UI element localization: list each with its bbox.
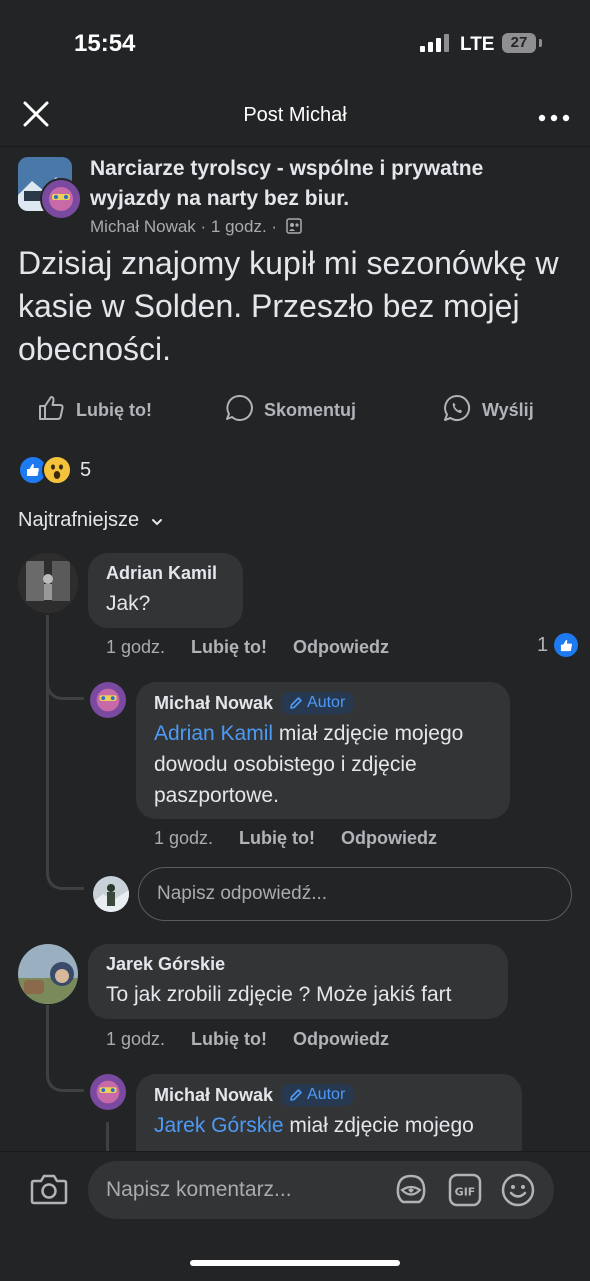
comment-author[interactable]: Adrian Kamil xyxy=(106,563,225,584)
comment-input[interactable]: Napisz komentarz... xyxy=(88,1161,554,1219)
thread-connector xyxy=(46,866,84,890)
header-divider xyxy=(0,146,590,147)
post-meta: Michał Nowak · 1 godz. · xyxy=(90,217,302,239)
like-reaction-icon xyxy=(554,633,579,657)
comment-time: 1 godz. xyxy=(106,637,166,657)
sort-label: Najtrafniejsze xyxy=(18,509,140,531)
page-title: Post Michał xyxy=(243,104,347,126)
mention-link[interactable]: Jarek Górskie xyxy=(154,1114,284,1137)
comment-like-button[interactable]: Lubię to! xyxy=(191,1029,267,1050)
like-label: Lubię to! xyxy=(76,400,152,420)
comment-like-button[interactable]: Lubię to! xyxy=(191,637,267,658)
comment-text: To jak zrobili zdjęcie ? Może jakiś fart xyxy=(106,983,452,1006)
network-type: LTE xyxy=(460,34,495,55)
reply-avatar[interactable] xyxy=(90,682,126,718)
comment-icon xyxy=(224,393,254,428)
reply-author-row: Michał Nowak Autor xyxy=(154,692,492,714)
author-badge-label: Autor xyxy=(307,694,346,711)
comment-time: 1 godz. xyxy=(106,1029,166,1049)
reply-actions: 1 godz. Lubię to! Odpowiedz xyxy=(154,828,437,849)
reply-text: Jarek Górskie miał zdjęcie mojego xyxy=(154,1110,504,1141)
thread-connector xyxy=(46,1060,84,1092)
signal-icon xyxy=(420,34,452,52)
comment-author[interactable]: Jarek Górskie xyxy=(106,954,490,975)
reply-author[interactable]: Michał Nowak xyxy=(154,693,273,714)
avatar-sticker-icon[interactable] xyxy=(393,1172,429,1208)
emoji-icon[interactable] xyxy=(500,1172,536,1208)
reply-input[interactable]: Napisz odpowiedź... xyxy=(138,867,572,921)
sort-dropdown[interactable]: Najtrafniejsze xyxy=(18,509,163,532)
wow-reaction-icon xyxy=(42,455,72,485)
reply-time: 1 godz. xyxy=(154,828,214,848)
status-time: 15:54 xyxy=(74,30,136,57)
chevron-down-icon xyxy=(151,509,163,532)
gif-icon[interactable]: GIF xyxy=(448,1173,482,1207)
share-label: Wyślij xyxy=(482,400,534,420)
thread-connector xyxy=(46,680,84,700)
post-text: Dzisiaj znajomy kupił mi sezonówkę w kas… xyxy=(18,245,559,367)
group-name[interactable]: Narciarze tyrolscy - wspólne i prywatne … xyxy=(90,154,560,214)
comment-bubble[interactable]: Jarek Górskie To jak zrobili zdjęcie ? M… xyxy=(88,944,508,1019)
current-user-avatar xyxy=(93,876,129,912)
author-badge: Autor xyxy=(281,1084,354,1106)
reply-reply-button[interactable]: Odpowiedz xyxy=(341,828,437,849)
comment-actions: 1 godz. Lubię to! Odpowiedz xyxy=(106,637,389,658)
home-indicator xyxy=(190,1260,400,1266)
comment-reply-button[interactable]: Odpowiedz xyxy=(293,1029,389,1050)
mention-link[interactable]: Adrian Kamil xyxy=(154,722,273,745)
pencil-icon xyxy=(290,697,302,709)
author-badge-label: Autor xyxy=(307,1086,346,1103)
commenter-avatar[interactable] xyxy=(18,944,78,1004)
thread-line xyxy=(46,1005,49,1065)
more-icon[interactable] xyxy=(538,110,570,122)
author-avatar[interactable] xyxy=(40,178,82,220)
thread-line xyxy=(46,615,49,871)
comment-button[interactable]: Skomentuj xyxy=(224,393,356,428)
svg-text:GIF: GIF xyxy=(455,1186,476,1199)
like-icon xyxy=(36,393,66,428)
comment-label: Skomentuj xyxy=(264,400,357,420)
reaction-summary[interactable]: 5 xyxy=(18,455,91,485)
thread-line xyxy=(106,1122,109,1152)
pencil-icon xyxy=(290,1089,302,1101)
reply-bubble[interactable]: Michał Nowak Autor Adrian Kamil miał zdj… xyxy=(136,682,510,819)
share-button[interactable]: Wyślij xyxy=(442,393,534,428)
comment-like-count[interactable]: 1 xyxy=(537,633,579,657)
comment-actions: 1 godz. Lubię to! Odpowiedz xyxy=(106,1029,389,1050)
battery-tip xyxy=(539,39,542,47)
reply-text-body: miał zdjęcie mojego xyxy=(283,1114,474,1137)
reply-avatar[interactable] xyxy=(90,1074,126,1110)
camera-icon[interactable] xyxy=(30,1172,68,1206)
comment-like-count-value: 1 xyxy=(537,633,549,656)
reply-author[interactable]: Michał Nowak xyxy=(154,1085,273,1106)
comment-text: Jak? xyxy=(106,592,151,615)
comment-reply-button[interactable]: Odpowiedz xyxy=(293,637,389,658)
author-badge: Autor xyxy=(281,692,354,714)
reply-text: Adrian Kamil miał zdjęcie mojego dowodu … xyxy=(154,718,492,811)
post-meta-text: Michał Nowak · 1 godz. · xyxy=(90,217,278,236)
members-icon xyxy=(286,218,302,239)
commenter-avatar[interactable] xyxy=(18,553,78,613)
reaction-count: 5 xyxy=(80,458,92,481)
comment-bubble[interactable]: Adrian Kamil Jak? xyxy=(88,553,243,628)
reply-author-row: Michał Nowak Autor xyxy=(154,1084,504,1106)
battery-indicator: 27 xyxy=(502,33,536,53)
reply-like-button[interactable]: Lubię to! xyxy=(239,828,315,849)
like-button[interactable]: Lubię to! xyxy=(36,393,152,428)
whatsapp-icon xyxy=(442,393,472,428)
